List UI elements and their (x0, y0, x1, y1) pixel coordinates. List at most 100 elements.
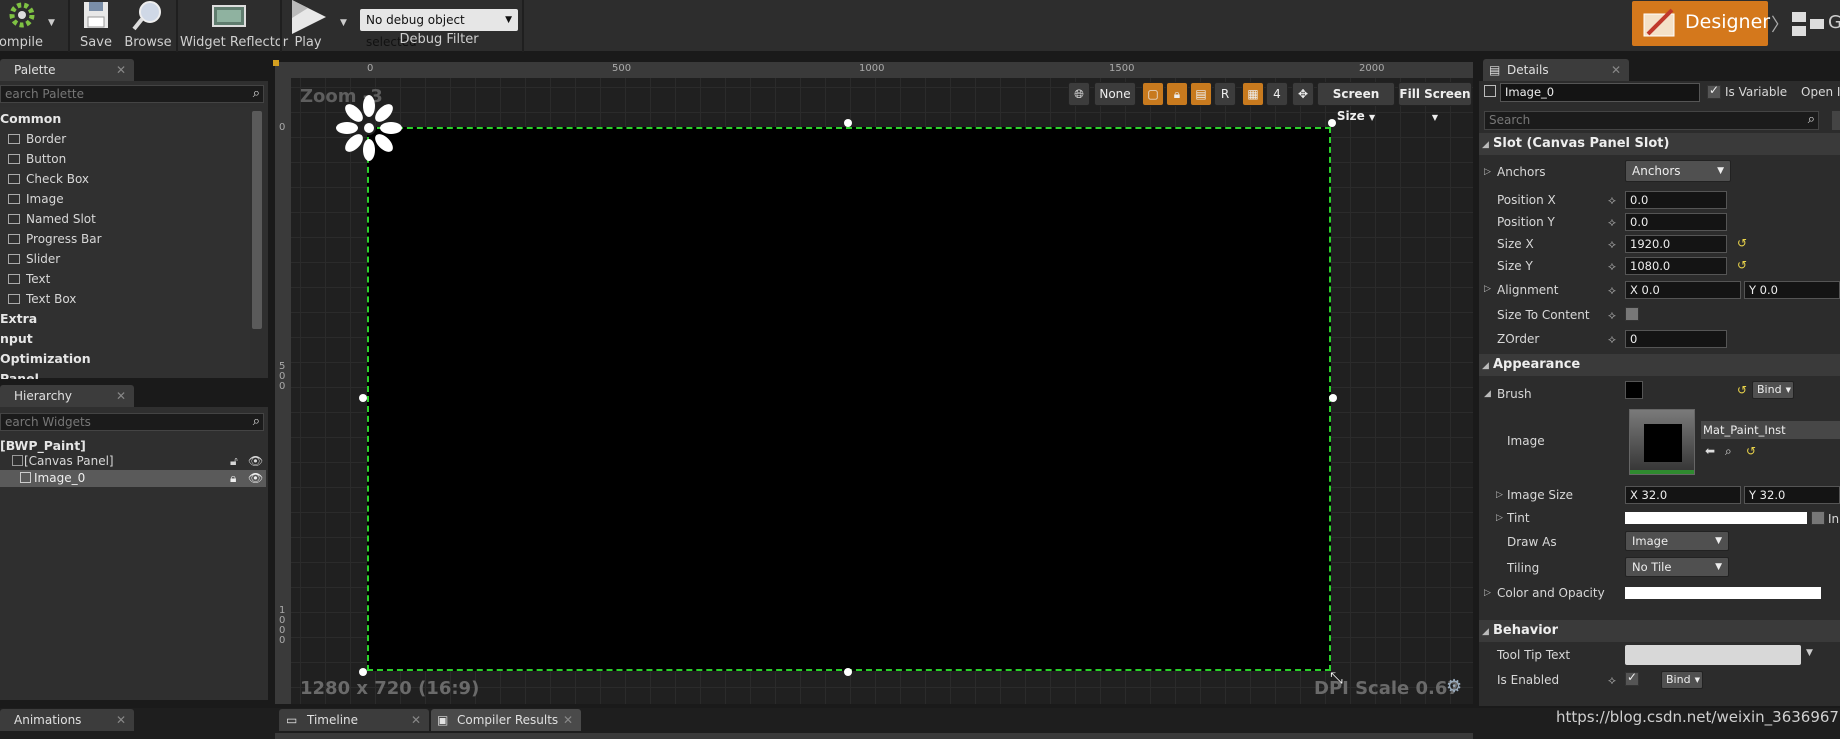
color-opacity-swatch[interactable] (1625, 587, 1821, 599)
anchors-dropdown[interactable]: Anchors ▼ (1625, 160, 1731, 182)
grid-snap-toggle[interactable]: ▦ (1242, 82, 1264, 106)
resize-handle-left[interactable] (359, 394, 367, 402)
resize-handle-bottom[interactable] (844, 668, 852, 676)
palette-scrollbar[interactable] (252, 111, 262, 329)
palette-category-extra[interactable]: Extra (0, 311, 37, 326)
grid-size-select[interactable]: 4 (1266, 82, 1288, 106)
settings-gear-icon[interactable]: ⚙ (1446, 676, 1462, 697)
image-asset-picker[interactable]: Mat_Paint_Inst (1701, 421, 1840, 439)
alignment-x-input[interactable]: X 0.0 (1625, 281, 1741, 299)
reset-to-default-icon[interactable]: ↺ (1746, 444, 1756, 458)
widget-reflector-button[interactable]: Widget Reflector (180, 0, 288, 52)
layout-toggle[interactable]: ▤ (1190, 82, 1212, 106)
palette-item[interactable]: Progress Bar (0, 229, 102, 249)
image-widget-preview[interactable] (367, 127, 1331, 671)
details-search-input[interactable]: Search ⌕ (1484, 111, 1819, 130)
tree-root[interactable]: [BWP_Paint] (0, 438, 86, 453)
eye-icon[interactable]: 👁︎ (248, 471, 263, 485)
brush-bind-button[interactable]: Bind ▼ (1752, 381, 1794, 399)
image-size-y-input[interactable]: Y 32.0 (1744, 486, 1840, 504)
palette-item[interactable]: Text Box (0, 289, 76, 309)
palette-item[interactable]: Named Slot (0, 209, 96, 229)
details-view-options-button[interactable] (1832, 111, 1840, 130)
palette-item[interactable]: Button (0, 149, 66, 169)
resize-handle-right[interactable] (1329, 394, 1337, 402)
position-x-input[interactable]: 0.0 (1625, 191, 1727, 209)
browse-button[interactable]: Browse (122, 0, 174, 52)
tint-color-swatch[interactable] (1625, 512, 1807, 524)
close-icon[interactable]: ✕ (116, 385, 126, 407)
section-slot[interactable]: ◢ Slot (Canvas Panel Slot) (1479, 133, 1840, 155)
size-y-input[interactable]: 1080.0 (1625, 257, 1727, 275)
bind-icon[interactable]: ⟡ (1608, 237, 1616, 252)
open-in-link[interactable]: Open In (1801, 85, 1840, 99)
browse-icon[interactable]: ⌕ (1725, 444, 1732, 459)
lock-icon[interactable]: 🔒︎ (230, 471, 236, 486)
expand-icon[interactable]: ▷ (1484, 284, 1491, 294)
tab-timeline[interactable]: ▭ Timeline ✕ (279, 709, 429, 731)
bind-icon[interactable]: ⟡ (1608, 673, 1616, 688)
anchor-flower-icon[interactable] (334, 93, 404, 166)
palette-item[interactable]: Text (0, 269, 50, 289)
compile-button[interactable]: ompile (0, 0, 52, 52)
alignment-y-input[interactable]: Y 0.0 (1744, 281, 1840, 299)
play-dropdown-arrow-icon[interactable]: ▼ (340, 18, 347, 28)
reset-to-default-icon[interactable]: ↺ (1737, 383, 1747, 397)
graph-mode-button[interactable]: G (1790, 10, 1840, 41)
brush-color-swatch[interactable] (1625, 381, 1643, 399)
reset-to-default-icon[interactable]: ↺ (1737, 258, 1747, 272)
palette-category-panel[interactable]: Panel (0, 371, 39, 379)
compile-dropdown-arrow-icon[interactable]: ▼ (48, 18, 55, 28)
image-size-x-input[interactable]: X 32.0 (1625, 486, 1741, 504)
close-icon[interactable]: ✕ (116, 709, 126, 731)
reset-to-default-icon[interactable]: ↺ (1737, 236, 1747, 250)
designer-mode-button[interactable]: Designer (1632, 1, 1770, 46)
tiling-dropdown[interactable]: No Tile ▼ (1625, 557, 1729, 577)
resize-handle-bottom-left[interactable] (359, 668, 367, 676)
localization-button[interactable]: 🌐︎ (1068, 82, 1090, 106)
close-icon[interactable]: ✕ (116, 59, 126, 81)
is-enabled-checkbox[interactable]: ✓ (1625, 670, 1639, 686)
tab-animations[interactable]: Animations ✕ (0, 709, 134, 731)
tab-palette[interactable]: Palette ✕ (0, 59, 134, 81)
tree-item-canvas-panel[interactable]: [Canvas Panel] 🔓︎ 👁︎ (0, 454, 266, 470)
palette-search-input[interactable]: earch Palette ⌕ (0, 85, 264, 103)
expand-icon[interactable]: ▷ (1496, 490, 1503, 500)
tooltip-text-input[interactable] (1625, 645, 1801, 665)
fit-button[interactable]: ✥ (1292, 82, 1314, 106)
section-appearance[interactable]: ◢ Appearance (1479, 354, 1840, 376)
screen-size-select[interactable]: Screen Size ▼ (1317, 82, 1395, 123)
size-to-content-checkbox[interactable] (1625, 307, 1639, 321)
use-selected-arrow-icon[interactable]: ⬅ (1705, 444, 1715, 458)
fill-screen-select[interactable]: Fill Screen ▼ (1398, 82, 1472, 122)
outline-toggle[interactable]: ▢ (1142, 82, 1164, 106)
is-enabled-bind-button[interactable]: Bind ▼ (1661, 671, 1703, 689)
size-x-input[interactable]: 1920.0 (1625, 235, 1727, 253)
image-thumbnail[interactable] (1629, 409, 1695, 475)
close-icon[interactable]: ✕ (563, 709, 573, 731)
play-button[interactable]: Play (284, 0, 332, 52)
resize-handle-top-right[interactable] (1328, 119, 1336, 127)
palette-category-common[interactable]: Common (0, 111, 61, 126)
palette-category-optimization[interactable]: Optimization (0, 351, 91, 366)
eye-icon[interactable]: 👁︎ (248, 454, 263, 468)
tab-hierarchy[interactable]: Hierarchy ✕ (0, 385, 134, 407)
save-button[interactable]: Save (74, 0, 118, 52)
tint-inherit-checkbox[interactable] (1811, 511, 1825, 525)
hierarchy-search-input[interactable]: earch Widgets ⌕ (0, 413, 264, 431)
palette-item[interactable]: Image (0, 189, 64, 209)
bind-icon[interactable]: ⟡ (1608, 193, 1616, 208)
expand-icon[interactable]: ▷ (1484, 167, 1491, 177)
zorder-input[interactable]: 0 (1625, 330, 1727, 348)
close-icon[interactable]: ✕ (411, 709, 421, 731)
is-variable-checkbox[interactable]: ✓ (1707, 83, 1721, 99)
close-icon[interactable]: ✕ (1611, 59, 1621, 81)
palette-item[interactable]: Check Box (0, 169, 89, 189)
tree-item-image[interactable]: Image_0 🔒︎ 👁︎ (0, 470, 266, 487)
localization-select[interactable]: None (1094, 82, 1136, 106)
tab-compiler-results[interactable]: ▣ Compiler Results ✕ (431, 709, 581, 731)
palette-item[interactable]: Slider (0, 249, 60, 269)
section-behavior[interactable]: ◢ Behavior (1479, 620, 1840, 642)
position-y-input[interactable]: 0.0 (1625, 213, 1727, 231)
draw-as-dropdown[interactable]: Image ▼ (1625, 531, 1729, 551)
